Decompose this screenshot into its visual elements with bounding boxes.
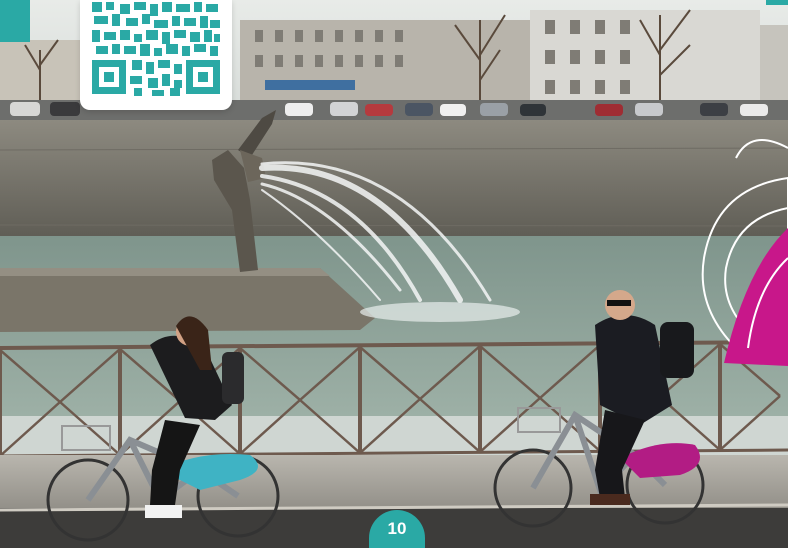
quay-wall xyxy=(0,120,788,238)
photo-page: 10 xyxy=(0,0,788,548)
corner-accent-right xyxy=(766,0,788,5)
corner-accent xyxy=(0,0,30,42)
qr-code-icon xyxy=(90,0,222,100)
qr-code[interactable] xyxy=(80,0,232,110)
monstera-leaf-icon xyxy=(701,139,788,366)
